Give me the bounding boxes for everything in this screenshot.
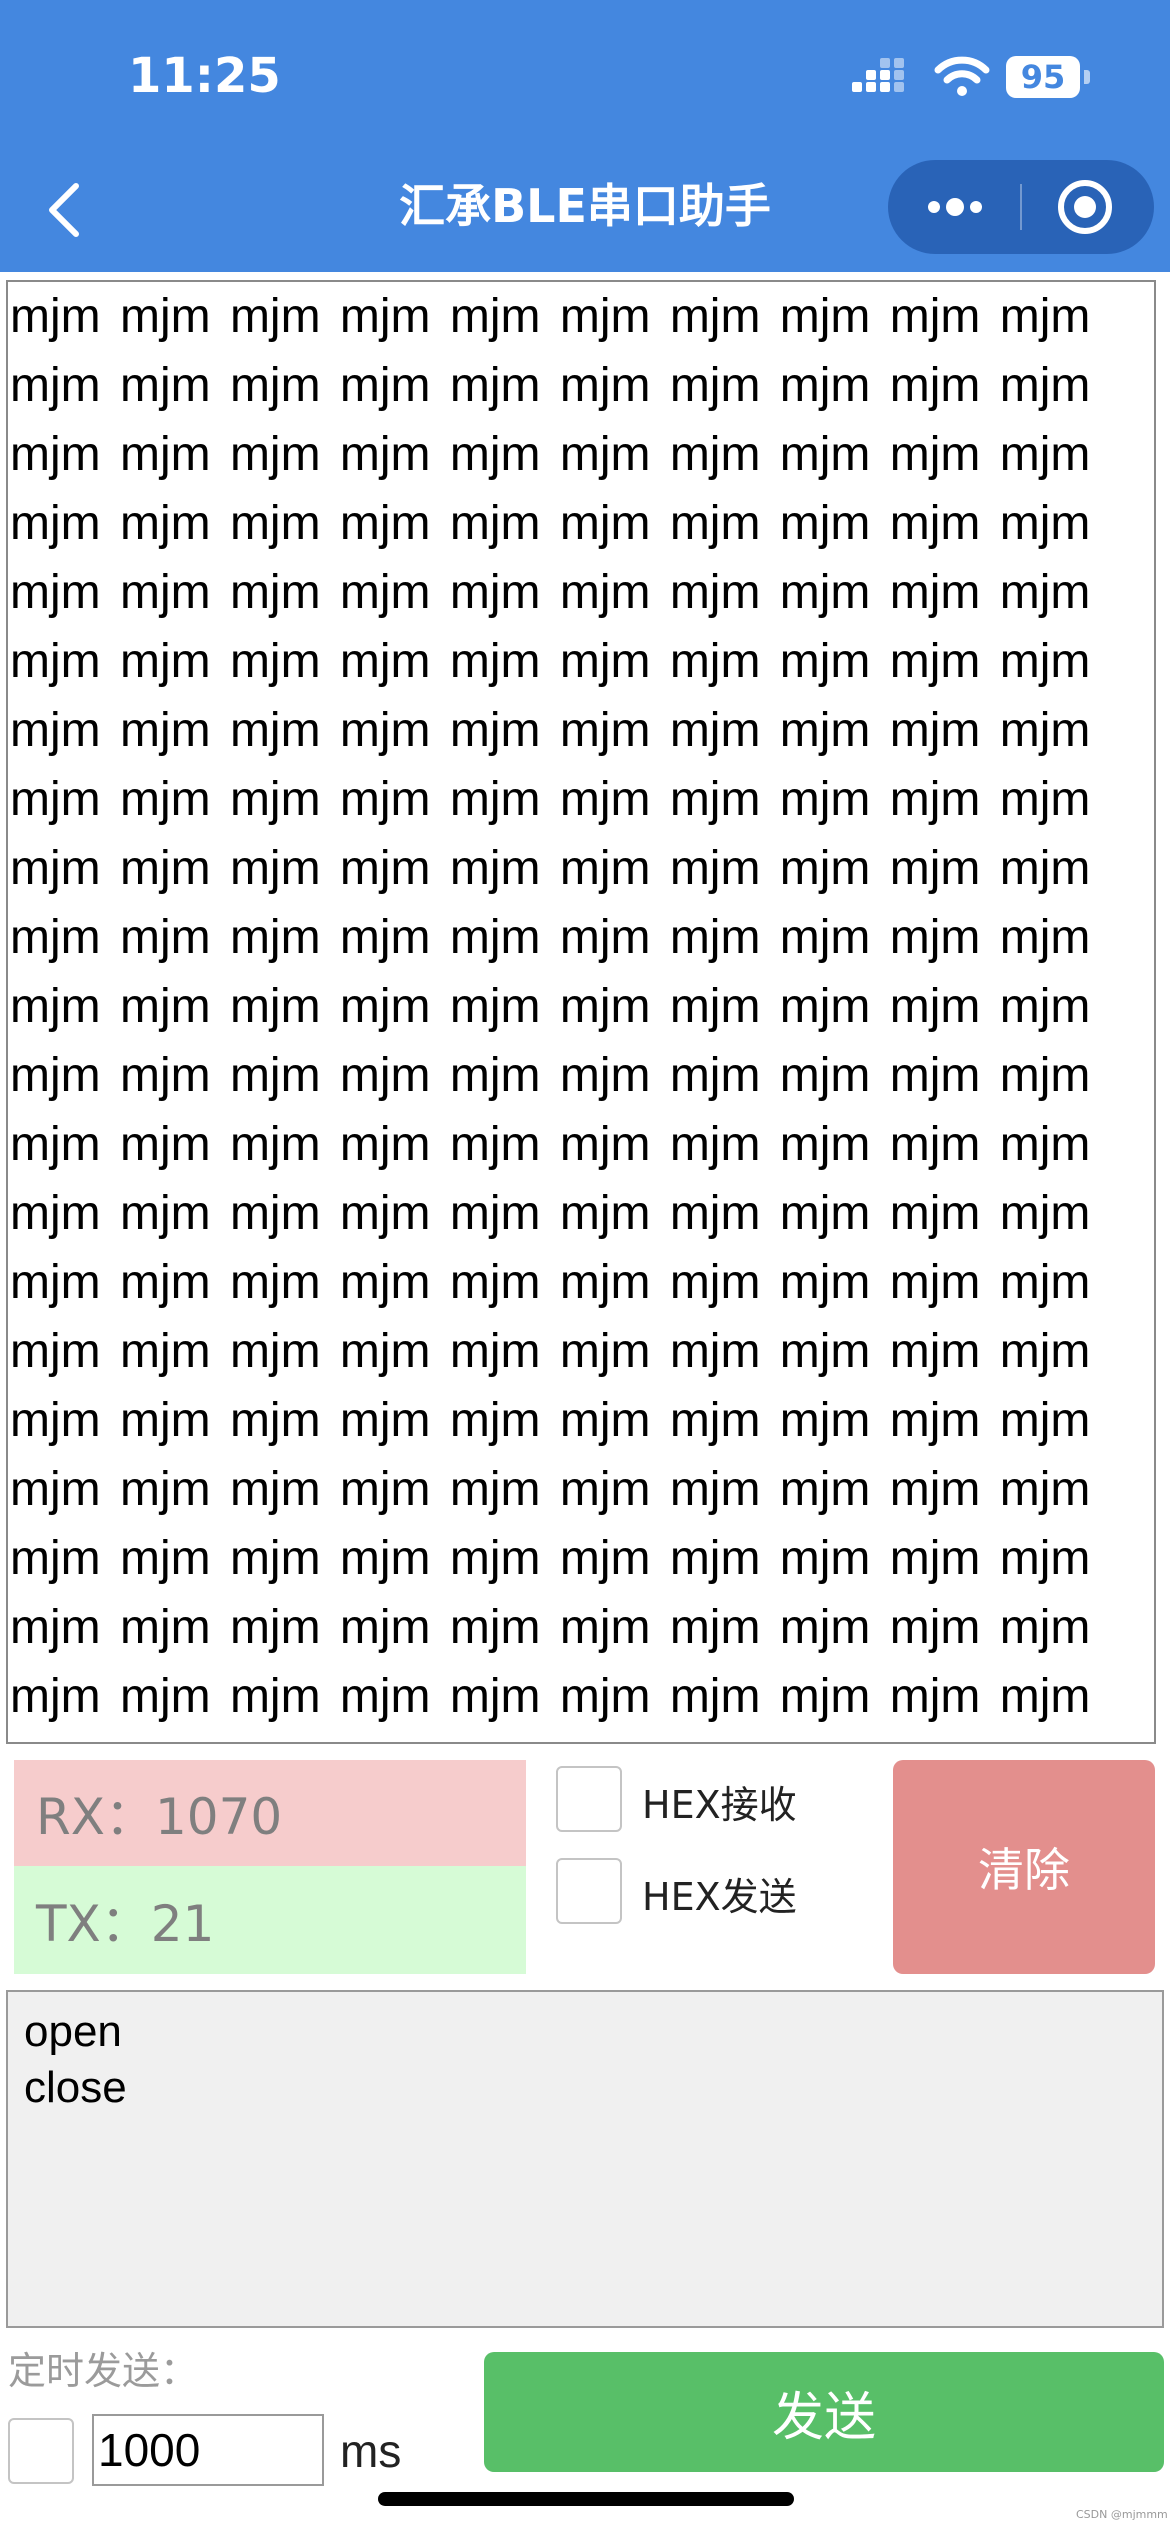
receive-textarea[interactable]: mjm mjm mjm mjm mjm mjm mjm mjm mjm mjm …	[6, 280, 1156, 1744]
rx-counter: RX：1070	[14, 1760, 526, 1866]
watermark: CSDN @mjmmm	[1076, 2508, 1168, 2521]
battery-level: 95	[1006, 56, 1080, 98]
status-time: 11:25	[128, 48, 281, 104]
timer-checkbox[interactable]	[8, 2418, 74, 2484]
hex-send-label: HEX发送	[642, 1875, 797, 1919]
back-icon[interactable]	[44, 180, 84, 240]
timer-label: 定时发送：	[8, 2349, 199, 2393]
tx-counter: TX：21	[14, 1866, 526, 1974]
page-title: 汇承BLE串口助手	[399, 179, 771, 233]
top-bar: 11:25 95 汇承BLE串口助手	[0, 0, 1170, 272]
send-button[interactable]: 发送	[484, 2352, 1164, 2472]
wifi-icon	[934, 56, 990, 96]
interval-unit: ms	[340, 2425, 402, 2477]
send-input[interactable]: open close	[6, 1990, 1164, 2328]
hex-receive-checkbox[interactable]	[556, 1766, 622, 1832]
more-dots-icon[interactable]	[924, 190, 986, 224]
hex-send-checkbox[interactable]	[556, 1858, 622, 1924]
hex-receive-label: HEX接收	[642, 1783, 797, 1827]
mini-program-capsule	[888, 160, 1154, 254]
home-indicator	[378, 2492, 794, 2506]
receive-text: mjm mjm mjm mjm mjm mjm mjm mjm mjm mjm …	[10, 290, 1091, 1723]
clear-button[interactable]: 清除	[893, 1760, 1155, 1974]
signal-icon	[852, 58, 904, 92]
battery-icon: 95	[1006, 56, 1094, 98]
target-circle-icon[interactable]	[1056, 178, 1114, 236]
interval-input[interactable]: 1000	[92, 2414, 324, 2486]
